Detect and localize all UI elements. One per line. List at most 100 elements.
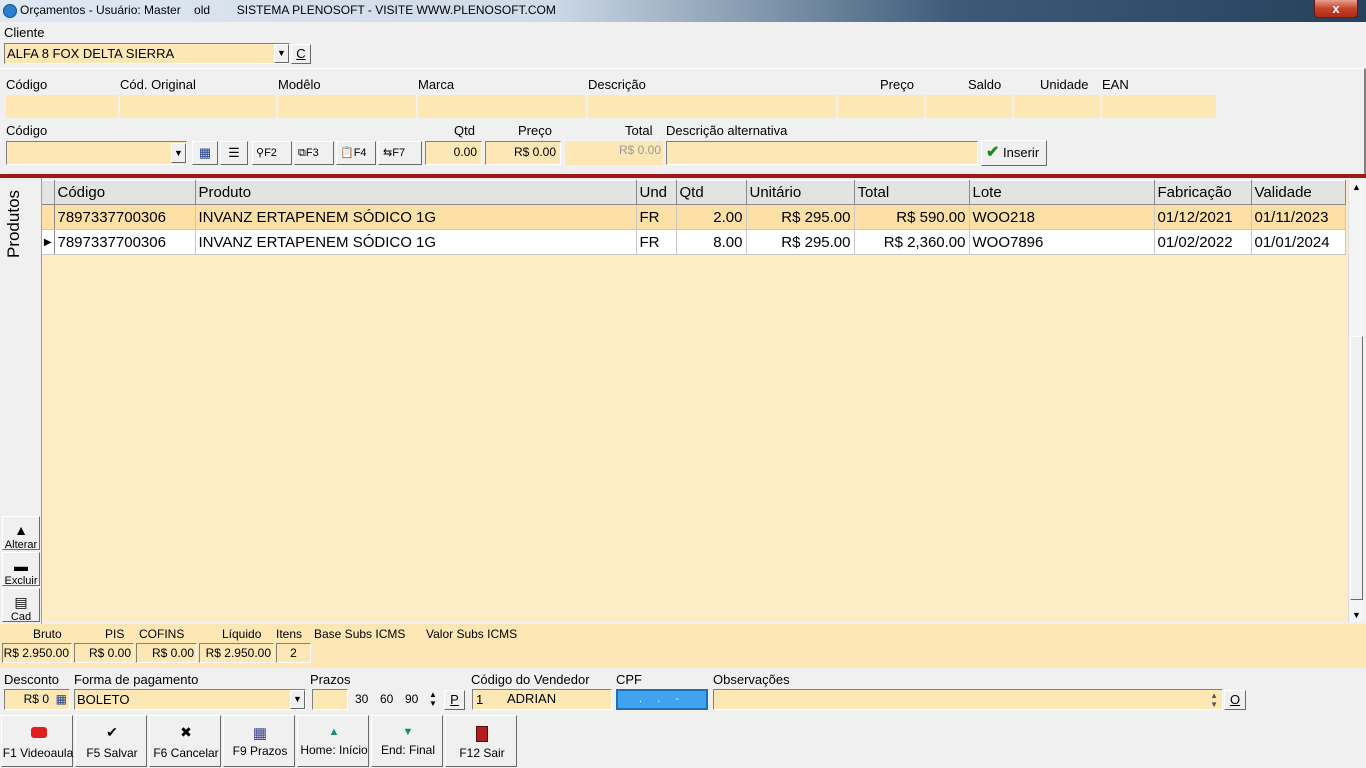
- home-inicio-button[interactable]: ▲ Home: Início: [297, 715, 369, 767]
- grid-search-button[interactable]: ▦: [192, 141, 218, 165]
- list-button[interactable]: ☰: [220, 141, 248, 165]
- cpf-label: CPF: [616, 672, 642, 687]
- chevron-down-icon[interactable]: ▼: [171, 143, 186, 163]
- client-label: Cliente: [4, 25, 45, 40]
- cell-unitario[interactable]: R$ 295.00: [746, 204, 855, 230]
- info-cod-original: [120, 95, 276, 118]
- cell-fabricacao[interactable]: 01/02/2022: [1154, 229, 1252, 255]
- calculator-icon[interactable]: ▦: [56, 690, 67, 709]
- cell-fabricacao[interactable]: 01/12/2021: [1154, 204, 1252, 230]
- obs-label: Observações: [713, 672, 790, 687]
- col-fabricacao[interactable]: Fabricação: [1154, 180, 1252, 205]
- arrow-down-icon: ▼: [402, 726, 414, 738]
- chevron-down-icon[interactable]: ▼: [290, 690, 305, 709]
- spin-icon[interactable]: ▲ ▼: [1210, 691, 1218, 709]
- col-lote[interactable]: Lote: [969, 180, 1155, 205]
- cell-und[interactable]: FR: [636, 204, 677, 230]
- col-und[interactable]: Und: [636, 180, 677, 205]
- calendar-icon: ▦: [252, 725, 268, 742]
- liquido-value: R$ 2.950.00: [199, 643, 274, 663]
- f12-sair-button[interactable]: F12 Sair: [445, 715, 517, 767]
- pis-label: PIS: [105, 627, 125, 641]
- paste-icon: 📋: [340, 147, 354, 159]
- table-row[interactable]: ▶ 7897337700306 INVANZ ERTAPENEM SÓDICO …: [42, 229, 1346, 255]
- f5-salvar-button[interactable]: ✔ F5 Salvar: [75, 715, 147, 767]
- client-c-button[interactable]: C: [291, 44, 311, 64]
- col-qtd[interactable]: Qtd: [676, 180, 747, 205]
- table-row[interactable]: 7897337700306 INVANZ ERTAPENEM SÓDICO 1G…: [42, 204, 1346, 230]
- end-final-button[interactable]: ▼ End: Final: [371, 715, 443, 767]
- f7-button[interactable]: ⇆F7: [378, 141, 422, 165]
- cell-total[interactable]: R$ 590.00: [854, 204, 970, 230]
- cad-label: Cad: [10, 611, 32, 623]
- liquido-label: Líquido: [222, 627, 262, 641]
- f2-search-button[interactable]: ⚲F2: [252, 141, 292, 165]
- check-icon: ✔: [986, 144, 1000, 161]
- products-grid[interactable]: Código Produto Und Qtd Unitário Total Lo…: [42, 180, 1348, 622]
- chevron-down-icon[interactable]: ▼: [274, 44, 289, 63]
- table-header-row: Código Produto Und Qtd Unitário Total Lo…: [42, 180, 1346, 205]
- cell-codigo[interactable]: 7897337700306: [54, 229, 196, 255]
- cell-validade[interactable]: 01/01/2024: [1251, 229, 1346, 255]
- scroll-thumb[interactable]: [1350, 336, 1363, 600]
- prazos-p-button[interactable]: P: [444, 690, 465, 710]
- col-codigo[interactable]: Código: [54, 180, 196, 205]
- cell-total[interactable]: R$ 2,360.00: [854, 229, 970, 255]
- cell-produto[interactable]: INVANZ ERTAPENEM SÓDICO 1G: [195, 204, 637, 230]
- desconto-input[interactable]: R$ 0 ▦: [4, 689, 70, 710]
- obs-input[interactable]: ▲ ▼: [713, 689, 1223, 710]
- col-produto[interactable]: Produto: [195, 180, 637, 205]
- vendedor-input[interactable]: 1 ADRIAN: [472, 689, 612, 710]
- info-codigo: [6, 95, 118, 118]
- client-select[interactable]: ALFA 8 FOX DELTA SIERRA ▼: [4, 43, 290, 64]
- forma-select[interactable]: BOLETO ▼: [74, 689, 306, 710]
- cell-qtd[interactable]: 8.00: [676, 229, 747, 255]
- cofins-value: R$ 0.00: [136, 643, 197, 663]
- cad-button[interactable]: ▤ Cad: [2, 588, 40, 623]
- f9-prazos-button[interactable]: ▦ F9 Prazos: [223, 715, 295, 767]
- entry-codigo-select[interactable]: ▼: [6, 141, 187, 165]
- vertical-scrollbar[interactable]: ▲ ▼: [1348, 180, 1364, 622]
- cell-qtd[interactable]: 2.00: [676, 204, 747, 230]
- cell-validade[interactable]: 01/11/2023: [1251, 204, 1346, 230]
- close-button[interactable]: x: [1314, 0, 1358, 18]
- f1-videoaula-button[interactable]: F1 Videoaula: [1, 715, 73, 767]
- desc-alt-input[interactable]: [666, 141, 978, 165]
- alterar-button[interactable]: ▲ Alterar: [2, 516, 40, 551]
- header-descricao: Descrição: [588, 77, 646, 92]
- cell-lote[interactable]: WOO218: [969, 204, 1155, 230]
- excluir-label: Excluir: [4, 575, 38, 587]
- f7-label: F7: [392, 147, 406, 159]
- info-unidade: [1014, 95, 1100, 118]
- prazos-input[interactable]: [312, 689, 348, 710]
- info-modelo: [278, 95, 416, 118]
- spin-icon[interactable]: ▲ ▼: [429, 690, 437, 708]
- f6-label: F6 Cancelar: [153, 746, 219, 760]
- qtd-label: Qtd: [454, 123, 475, 138]
- col-unitario[interactable]: Unitário: [746, 180, 855, 205]
- cell-codigo[interactable]: 7897337700306: [54, 204, 196, 230]
- scroll-up-icon[interactable]: ▲: [1352, 182, 1361, 192]
- f4-button[interactable]: 📋F4: [336, 141, 376, 165]
- cell-und[interactable]: FR: [636, 229, 677, 255]
- inserir-button[interactable]: ✔ Inserir: [981, 140, 1047, 166]
- f12-label: F12 Sair: [459, 746, 505, 760]
- col-validade[interactable]: Validade: [1251, 180, 1346, 205]
- cell-produto[interactable]: INVANZ ERTAPENEM SÓDICO 1G: [195, 229, 637, 255]
- col-total[interactable]: Total: [854, 180, 970, 205]
- f3-button[interactable]: ⧉F3: [294, 141, 334, 165]
- qtd-input[interactable]: 0.00: [425, 141, 482, 165]
- cpf-input[interactable]: . . -: [616, 689, 708, 710]
- youtube-icon: [31, 727, 47, 738]
- obs-o-button[interactable]: O: [1224, 690, 1246, 710]
- f6-cancelar-button[interactable]: ✖ F6 Cancelar: [149, 715, 221, 767]
- cell-unitario[interactable]: R$ 295.00: [746, 229, 855, 255]
- cell-lote[interactable]: WOO7896: [969, 229, 1155, 255]
- excluir-button[interactable]: ▬ Excluir: [2, 552, 40, 587]
- scroll-down-icon[interactable]: ▼: [1352, 610, 1361, 620]
- vendedor-code: 1: [476, 692, 484, 707]
- row-indicator: [42, 204, 55, 230]
- info-marca: [418, 95, 586, 118]
- entry-codigo-label: Código: [6, 123, 48, 138]
- preco-input[interactable]: R$ 0.00: [485, 141, 561, 165]
